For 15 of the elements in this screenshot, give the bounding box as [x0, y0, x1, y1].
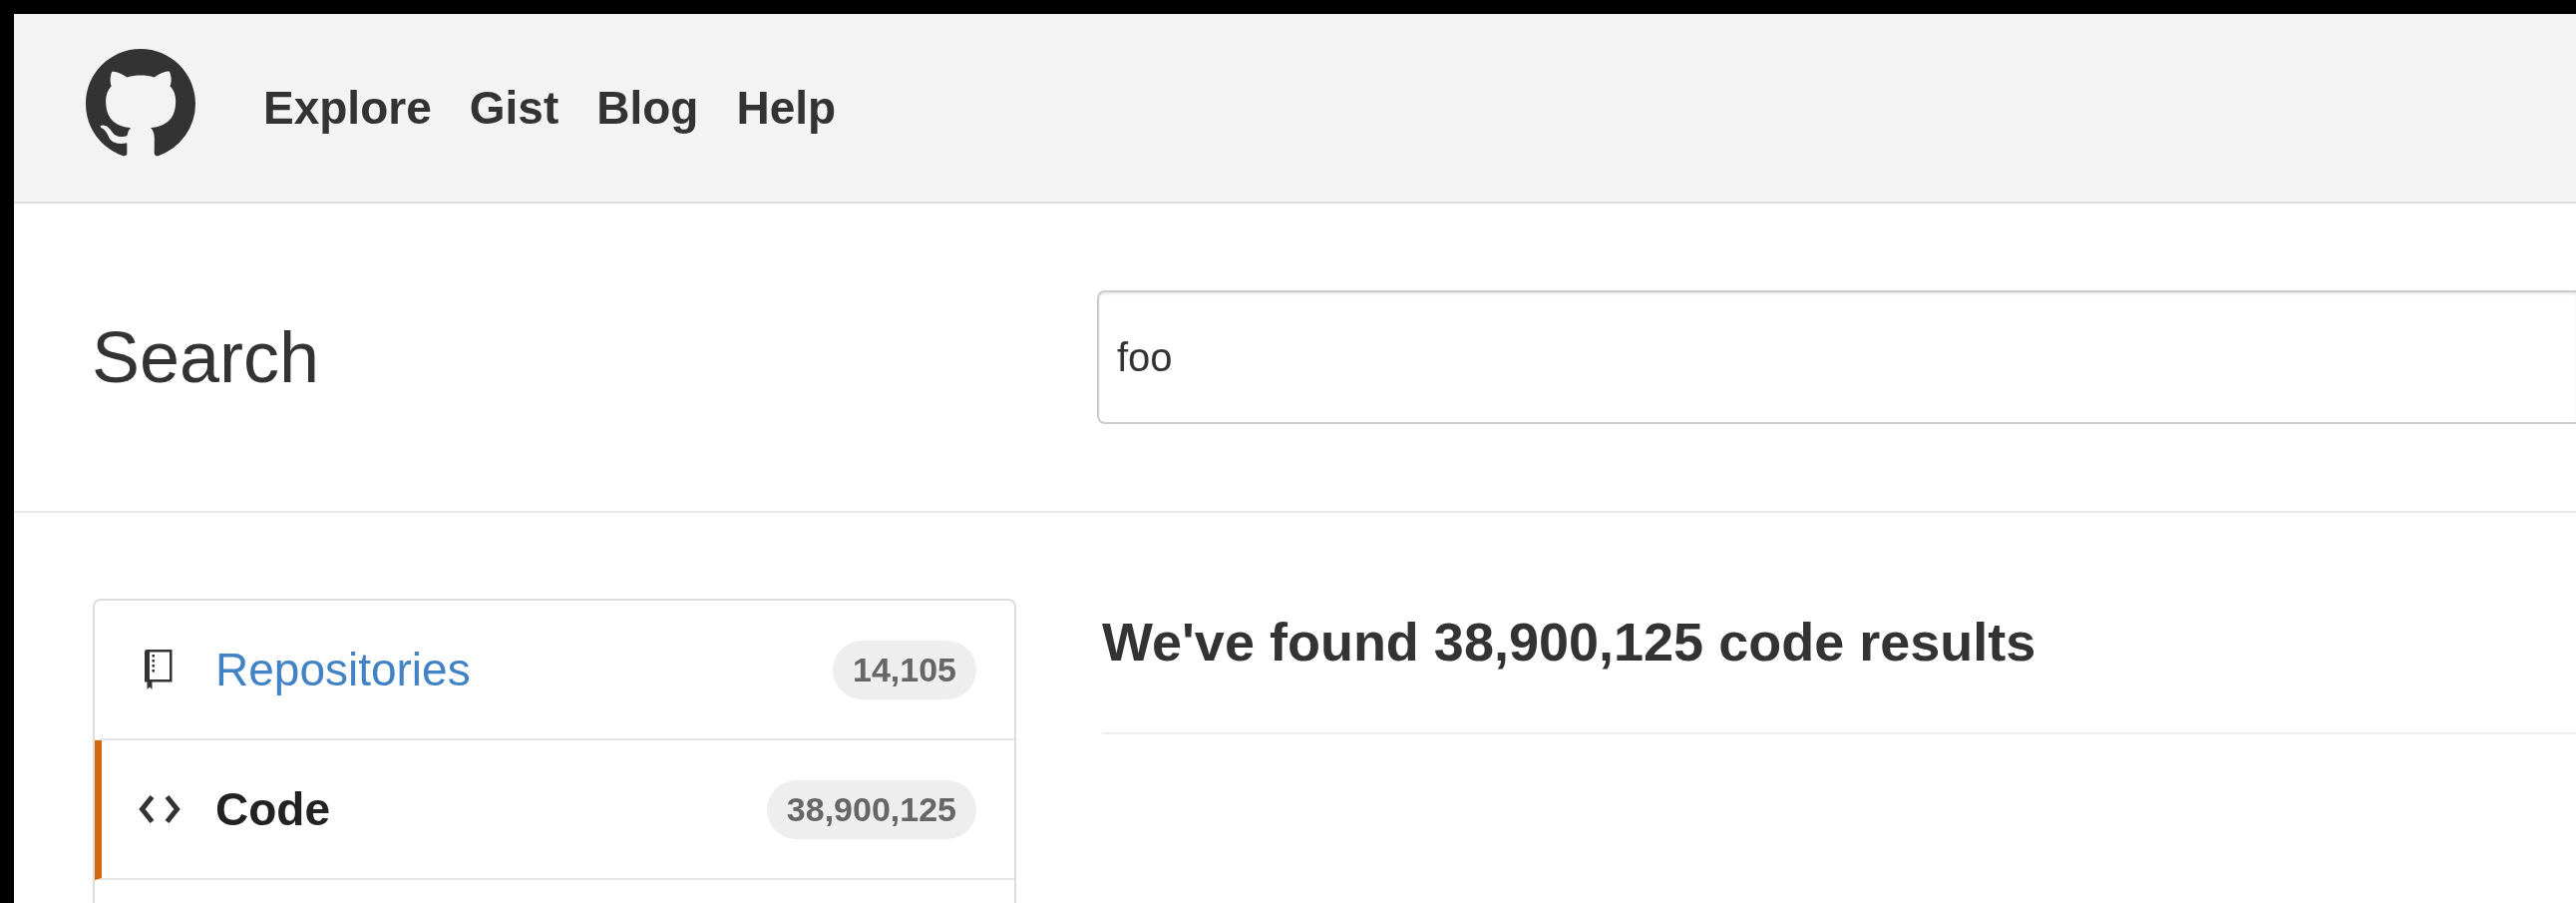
code-icon [138, 794, 182, 824]
nav-link[interactable]: Help [736, 81, 837, 135]
search-field[interactable]: foo [1097, 290, 2576, 424]
count-badge: 38,900,125 [766, 779, 976, 839]
nav-link[interactable]: Gist [469, 81, 559, 135]
sidebar-label: Code [215, 782, 331, 836]
sidebar-label: Repositories [215, 643, 472, 696]
results-heading: We've found 38,900,125 code results [1102, 611, 2037, 673]
nav-link[interactable]: Blog [596, 81, 699, 135]
sidebar-item[interactable]: Repositories 14,105 [95, 601, 1014, 740]
nav-link[interactable]: Explore [263, 81, 432, 135]
count-badge: 14,105 [833, 640, 976, 699]
sidebar-item[interactable]: Code 38,900,125 [95, 740, 1014, 880]
octocat-logo-icon[interactable] [86, 49, 195, 159]
page-title: Search [92, 316, 321, 398]
